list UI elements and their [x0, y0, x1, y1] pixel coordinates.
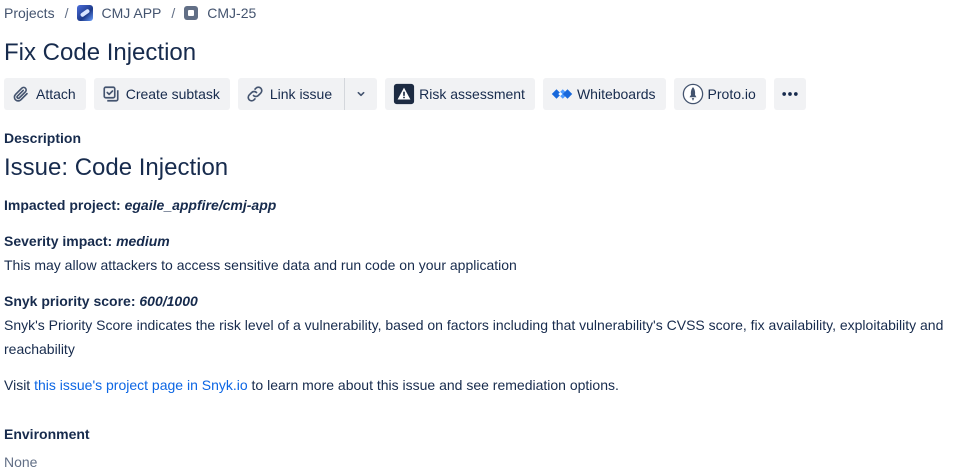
breadcrumb-projects[interactable]: Projects [4, 5, 55, 21]
issue-title[interactable]: Fix Code Injection [4, 37, 196, 69]
breadcrumb: Projects / CMJ APP / CMJ-25 [4, 4, 256, 22]
breadcrumb-issue-key[interactable]: CMJ-25 [207, 5, 256, 21]
more-actions-button[interactable] [773, 78, 806, 110]
chevron-down-icon [357, 91, 365, 97]
link-issue-dropdown-button[interactable] [344, 78, 378, 110]
issue-toolbar: Attach Create subtask Link issue Risk as… [4, 78, 814, 110]
whiteboards-icon [551, 89, 573, 99]
visit-line: Visit this issue's project page in Snyk.… [4, 373, 976, 397]
severity-line: Severity impact: medium [4, 229, 976, 253]
impacted-project-line: Impacted project: egaile_appfire/cmj-app [4, 193, 976, 217]
risk-assessment-label: Risk assessment [419, 86, 525, 102]
attach-label: Attach [36, 86, 76, 102]
severity-description: This may allow attackers to access sensi… [4, 257, 517, 273]
subtask-icon [103, 86, 119, 102]
link-issue-button[interactable]: Link issue [237, 78, 345, 110]
description-label: Description [4, 130, 82, 146]
whiteboards-label: Whiteboards [576, 86, 656, 102]
more-horizontal-icon [782, 92, 798, 96]
risk-warning-icon [394, 83, 415, 105]
severity-label: Severity impact: [4, 233, 113, 249]
impacted-project-label: Impacted project: [4, 197, 121, 213]
risk-assessment-button[interactable]: Risk assessment [385, 78, 535, 110]
link-issue-label: Link issue [269, 86, 333, 102]
task-type-icon [184, 6, 199, 20]
link-icon [247, 86, 263, 102]
environment-label: Environment [4, 426, 90, 442]
proto-io-label: Proto.io [707, 86, 756, 102]
whiteboards-button[interactable]: Whiteboards [542, 78, 666, 110]
breadcrumb-separator: / [171, 5, 176, 21]
priority-score-value: 600/1000 [139, 293, 198, 309]
proto-io-button[interactable]: Proto.io [673, 78, 766, 110]
description-heading: Issue: Code Injection [4, 154, 229, 181]
priority-score-label: Snyk priority score: [4, 293, 136, 309]
visit-prefix: Visit [4, 377, 31, 393]
breadcrumb-separator: / [64, 5, 69, 21]
create-subtask-label: Create subtask [125, 86, 220, 102]
visit-suffix: to learn more about this issue and see r… [251, 377, 619, 393]
breadcrumb-project[interactable]: CMJ APP [101, 5, 161, 21]
paperclip-icon [13, 86, 28, 102]
attach-button[interactable]: Attach [4, 78, 86, 110]
project-avatar-icon [77, 5, 94, 21]
environment-value[interactable]: None [4, 454, 37, 470]
severity-value: medium [116, 233, 170, 249]
create-subtask-button[interactable]: Create subtask [93, 78, 230, 110]
priority-score-description: Snyk's Priority Score indicates the risk… [4, 317, 944, 357]
priority-score-line: Snyk priority score: 600/1000 [4, 289, 976, 313]
snyk-project-link[interactable]: this issue's project page in Snyk.io [34, 377, 248, 393]
impacted-project-value: egaile_appfire/cmj-app [124, 197, 277, 213]
proto-io-logo-icon [682, 83, 703, 105]
